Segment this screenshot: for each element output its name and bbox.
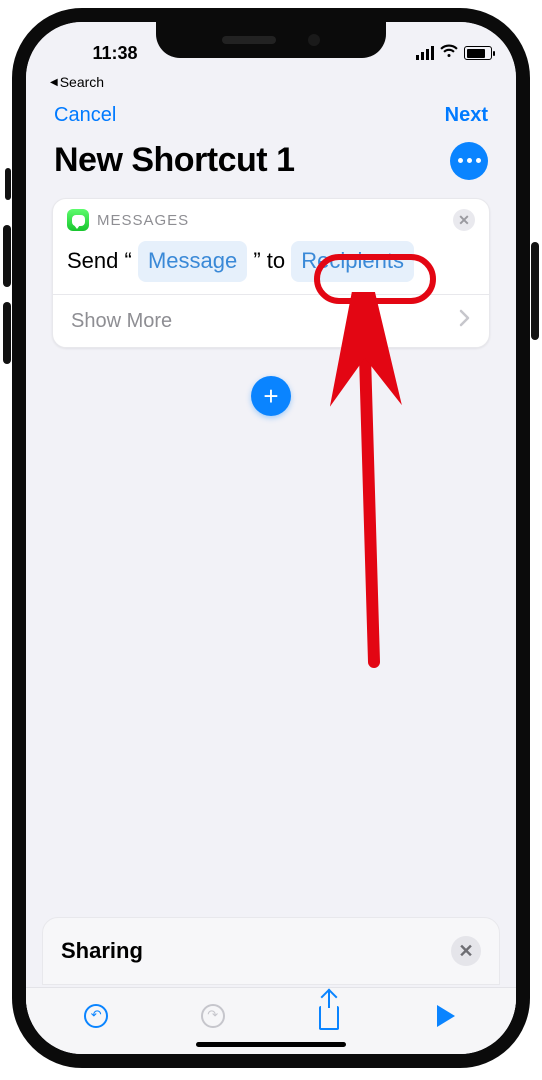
cellular-icon: [416, 46, 434, 60]
home-indicator: [196, 1042, 346, 1047]
share-button[interactable]: [313, 1000, 345, 1032]
more-button[interactable]: [450, 142, 488, 180]
sharing-label: Sharing: [61, 938, 143, 964]
page-title: New Shortcut 1: [54, 141, 294, 180]
add-action-button[interactable]: +: [251, 376, 291, 416]
redo-button: ↷: [197, 1000, 229, 1032]
undo-button[interactable]: ↶: [80, 1000, 112, 1032]
action-app-label: MESSAGES: [97, 212, 189, 229]
next-button[interactable]: Next: [445, 104, 488, 127]
action-card: MESSAGES ✕ Send “ Message ” to Recipient…: [52, 198, 490, 348]
volume-down: [3, 302, 11, 364]
back-app-label: Search: [60, 74, 104, 90]
message-token[interactable]: Message: [138, 241, 247, 282]
power-button: [531, 242, 539, 340]
device-frame: 11:38 ◀ Search Cancel Next New Shortcut …: [12, 8, 530, 1068]
back-to-app[interactable]: ◀ Search: [26, 74, 516, 94]
show-more-row[interactable]: Show More: [53, 294, 489, 347]
recipients-token[interactable]: Recipients: [291, 241, 414, 282]
sharing-panel[interactable]: Sharing ✕: [42, 917, 500, 985]
action-summary: Send “ Message ” to Recipients: [67, 241, 475, 294]
summary-mid: ” to: [253, 248, 285, 273]
run-button[interactable]: [430, 1000, 462, 1032]
mute-switch: [5, 168, 11, 200]
battery-icon: [464, 46, 492, 60]
summary-prefix: Send “: [67, 248, 132, 273]
status-bar: 11:38: [26, 22, 516, 74]
messages-app-icon: [67, 209, 89, 231]
close-sharing-button[interactable]: ✕: [451, 936, 481, 966]
wifi-icon: [440, 44, 458, 62]
status-time: 11:38: [50, 43, 180, 64]
cancel-button[interactable]: Cancel: [54, 104, 116, 127]
volume-up: [3, 225, 11, 287]
remove-action-button[interactable]: ✕: [453, 209, 475, 231]
screen: 11:38 ◀ Search Cancel Next New Shortcut …: [26, 22, 516, 1054]
back-triangle-icon: ◀: [50, 77, 58, 88]
chevron-right-icon: [459, 309, 471, 333]
show-more-label: Show More: [71, 310, 172, 333]
